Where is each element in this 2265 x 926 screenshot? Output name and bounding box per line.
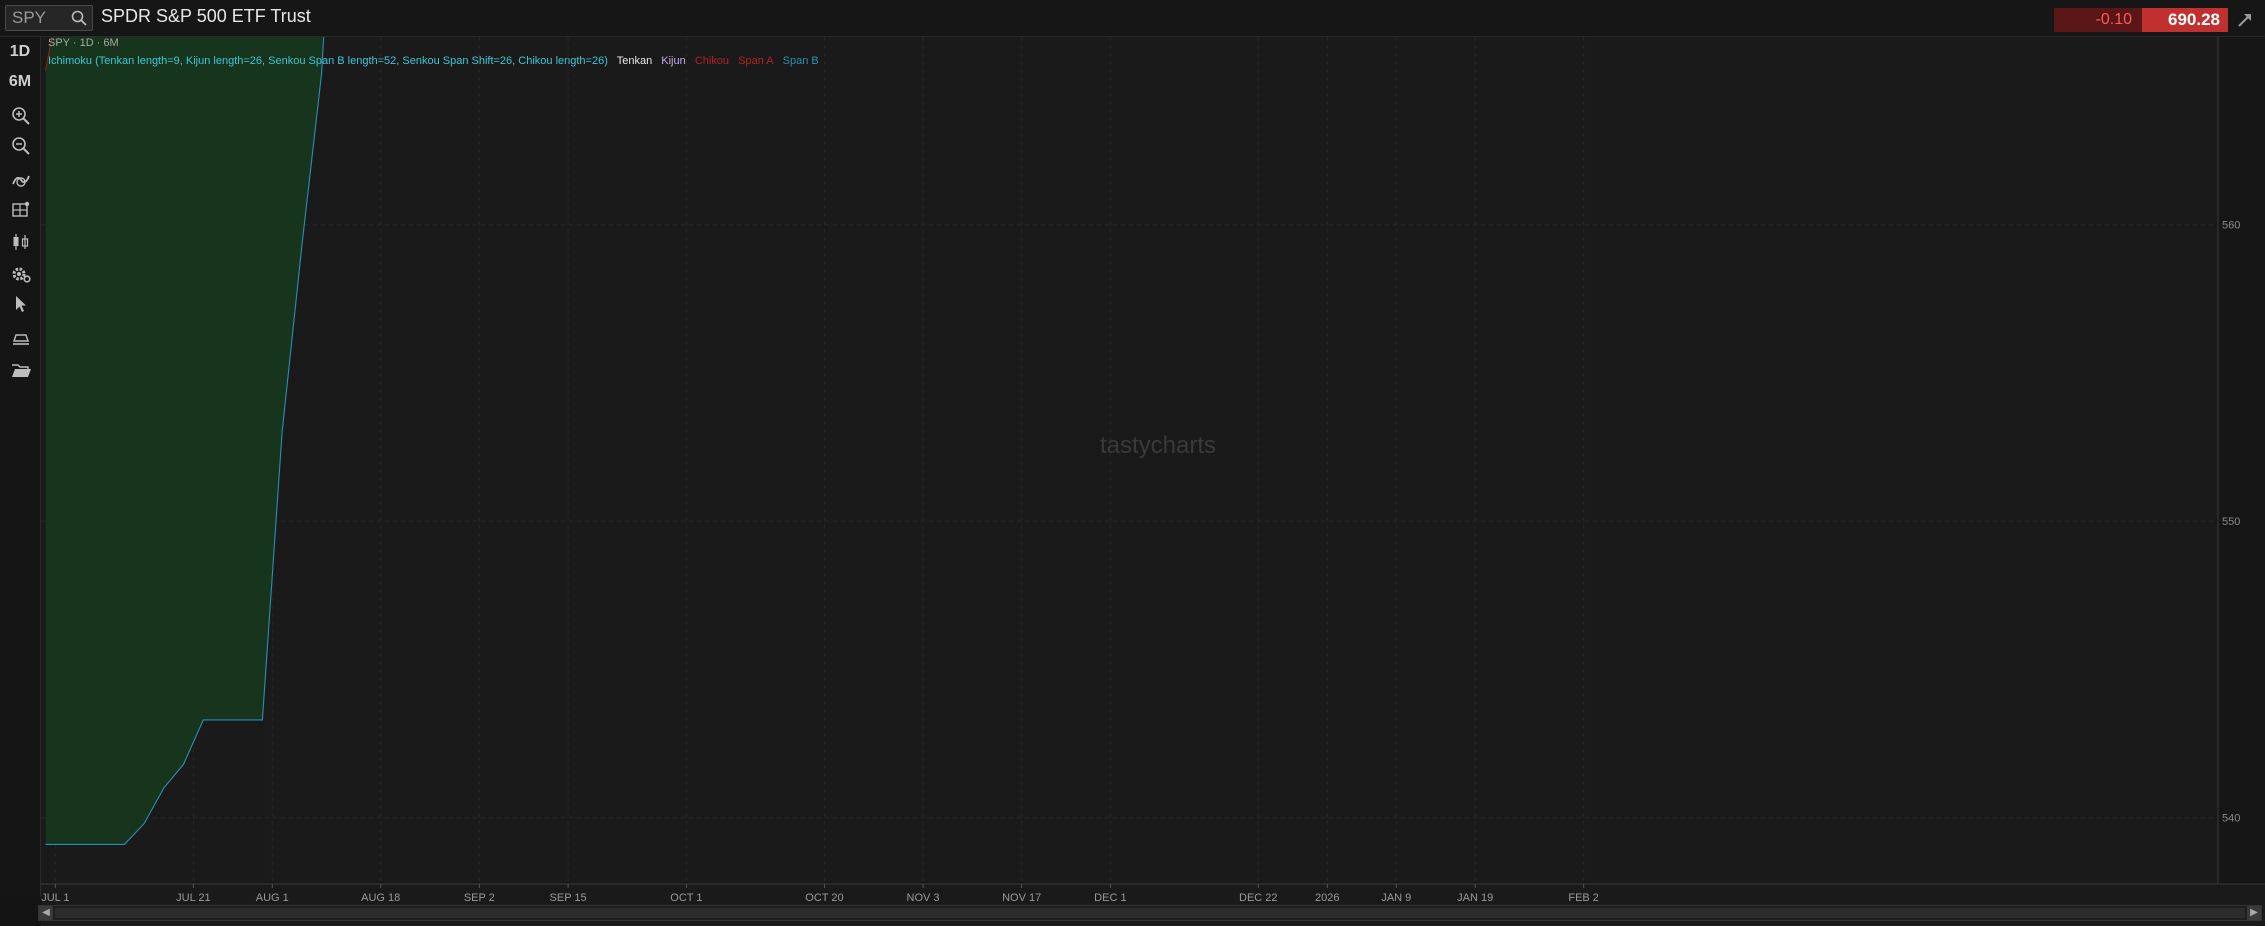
x-tick-label: JUL 21 (176, 892, 210, 904)
timeframe-button[interactable]: 1D (0, 43, 40, 61)
x-tick-label: DEC 1 (1094, 892, 1126, 904)
candle-style-icon[interactable] (10, 231, 32, 253)
settings-gear-icon[interactable] (10, 263, 32, 285)
y-tick-label: 540 (2222, 813, 2240, 825)
x-tick-label: JAN 19 (1457, 892, 1493, 904)
watermark: tastycharts (1100, 432, 1217, 459)
symbol-search-box[interactable] (5, 5, 93, 31)
x-tick-label: JAN 9 (1381, 892, 1411, 904)
studies-icon[interactable] (10, 169, 32, 191)
study-legend: Ichimoku (Tenkan length=9, Kijun length=… (48, 55, 825, 67)
zoom-out-icon[interactable] (10, 135, 32, 157)
x-tick-label: JUL 1 (41, 892, 69, 904)
zoom-in-icon[interactable] (10, 105, 32, 127)
symbol-search-input[interactable] (6, 6, 78, 30)
x-tick-label: NOV 3 (907, 892, 940, 904)
last-price-badge: 690.28 (2142, 8, 2228, 32)
horizontal-scrollbar[interactable]: ◀ ▶ (38, 905, 2262, 921)
x-tick-label: OCT 1 (670, 892, 702, 904)
x-tick-label: NOV 17 (1002, 892, 1041, 904)
range-button[interactable]: 6M (0, 73, 40, 91)
y-tick-label: 560 (2222, 220, 2240, 232)
x-tick-label: 2026 (1315, 892, 1339, 904)
ichimoku-chart[interactable]: 540550560570580590600610620630640650660J… (41, 37, 2265, 926)
scrollbar-thumb[interactable] (55, 908, 2245, 918)
left-toolbar: 1D 6M (0, 37, 41, 897)
price-change-badge: -0.10 (2054, 8, 2142, 32)
legend-chikou: Chikou (694, 55, 730, 67)
symbol-description: SPDR S&P 500 ETF Trust (101, 6, 311, 26)
x-tick-label: AUG 1 (256, 892, 289, 904)
legend-study[interactable]: Ichimoku (Tenkan length=9, Kijun length=… (48, 55, 608, 67)
cursor-arrow-icon[interactable] (10, 293, 32, 315)
chart-area[interactable]: 540550560570580590600610620630640650660J… (41, 37, 2265, 926)
expand-icon[interactable] (2235, 10, 2255, 30)
search-icon[interactable] (70, 9, 88, 27)
legend-tenkan: Tenkan (616, 55, 653, 67)
price-axis-background (2218, 37, 2265, 884)
y-tick-label: 550 (2222, 516, 2240, 528)
scroll-right-arrow-icon[interactable]: ▶ (2247, 906, 2261, 920)
x-tick-label: AUG 18 (361, 892, 400, 904)
plot-background (41, 37, 2265, 926)
x-tick-label: OCT 20 (805, 892, 843, 904)
x-tick-label: SEP 2 (464, 892, 495, 904)
legend-span-b: Span B (782, 55, 819, 67)
layers-icon[interactable] (10, 327, 32, 349)
legend-span-a: Span A (738, 55, 774, 67)
chart-header: SPY · 1D · 6M (48, 37, 119, 49)
x-tick-label: DEC 22 (1239, 892, 1278, 904)
scroll-left-arrow-icon[interactable]: ◀ (39, 906, 53, 920)
folder-open-icon[interactable] (10, 359, 32, 381)
drawing-tools-icon[interactable] (10, 199, 32, 221)
legend-kijun: Kijun (661, 55, 686, 67)
top-bar: SPDR S&P 500 ETF Trust -0.10 690.28 (0, 0, 2265, 37)
x-tick-label: FEB 2 (1568, 892, 1599, 904)
x-tick-label: SEP 15 (550, 892, 587, 904)
